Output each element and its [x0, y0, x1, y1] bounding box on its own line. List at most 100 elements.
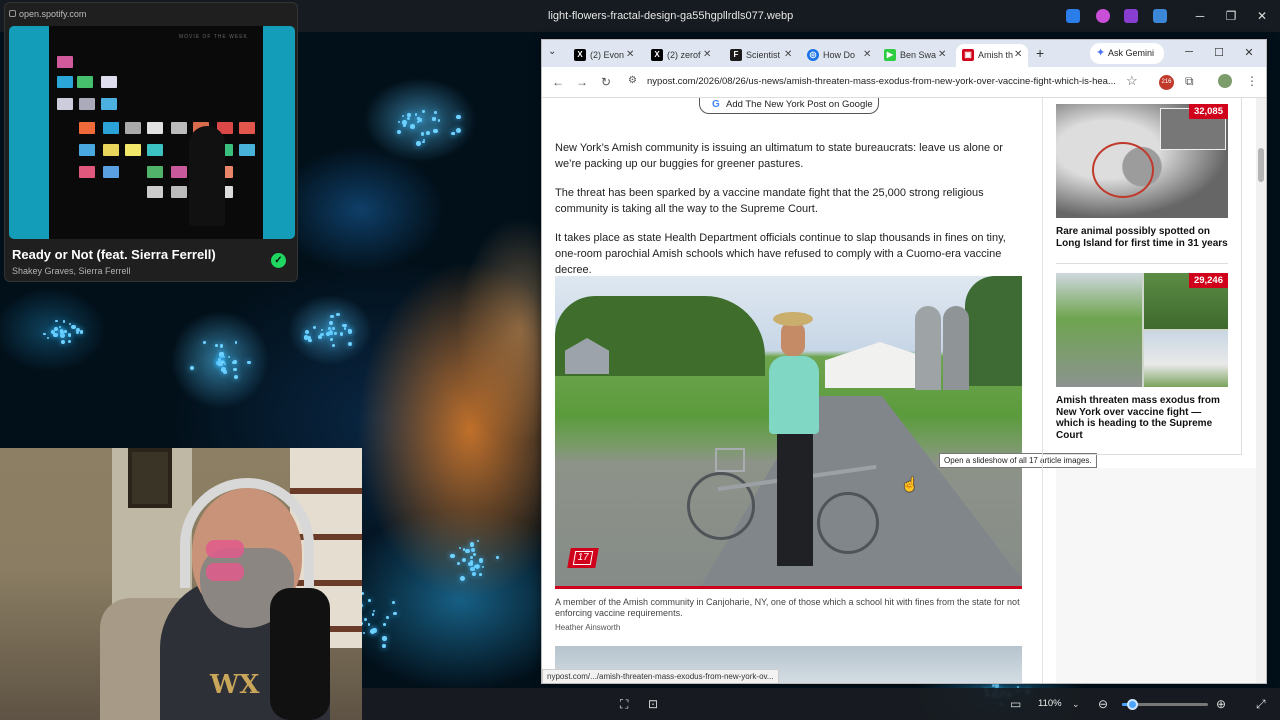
wallpaper-glow-dot [391, 600, 395, 605]
extensions-puzzle-icon[interactable]: ⧉ [1185, 74, 1194, 89]
tab-how-do[interactable]: ◎ How Do ✕ [801, 44, 875, 67]
album-tile [125, 144, 141, 156]
address-bar[interactable]: nypost.com/2026/08/26/us-news/amish-thre… [647, 76, 1117, 87]
album-tile [171, 166, 187, 178]
tab-label: Amish th [978, 50, 1014, 60]
back-arrow-icon[interactable]: ← [550, 75, 566, 89]
wallpaper-glow-dot [465, 548, 470, 554]
wallpaper-glow-dot [53, 332, 58, 338]
sidebar-headline[interactable]: Amish threaten mass exodus from New York… [1056, 395, 1228, 441]
sidebar-card-rare-animal[interactable]: 32,085 Rare animal possibly spotted on L… [1056, 104, 1242, 249]
tab-scientist[interactable]: F Scientist ✕ [724, 44, 796, 67]
tab-label: (2) Evon [590, 50, 625, 60]
browser-close-button[interactable]: ✕ [1240, 46, 1258, 59]
album-tile [171, 186, 187, 198]
spotify-url: open.spotify.com [19, 9, 87, 19]
app-tray-icon[interactable] [1153, 9, 1167, 23]
article-paragraph: New York’s Amish community is issuing an… [555, 142, 1003, 170]
wallpaper-glow-dot [329, 337, 334, 342]
wallpaper-glow-dot [414, 113, 418, 116]
sidebar-card-amish[interactable]: 29,246 Amish threaten mass exodus from N… [1056, 273, 1242, 441]
tab-evon[interactable]: X (2) Evon ✕ [568, 44, 638, 67]
sidebar-headline[interactable]: Rare animal possibly spotted on Long Isl… [1056, 226, 1228, 249]
album-silhouette [189, 126, 225, 226]
trail-camera-photo[interactable]: 32,085 [1056, 104, 1228, 218]
close-tab-icon[interactable]: ✕ [863, 49, 871, 60]
wallpaper-glow-dot [335, 312, 340, 317]
viewer-close-button[interactable]: ✕ [1250, 6, 1274, 26]
fullscreen-icon[interactable]: ⤢ [1256, 697, 1266, 712]
zoom-out-icon[interactable]: ⊖ [1098, 697, 1108, 711]
browser-maximize-button[interactable]: ☐ [1210, 46, 1228, 59]
ask-gemini-button[interactable]: ✦ Ask Gemini [1090, 43, 1164, 64]
app-tray-icon[interactable] [1124, 9, 1138, 23]
bookmark-star-icon[interactable]: ☆ [1126, 73, 1138, 89]
slideshow-tooltip: Open a slideshow of all 17 article image… [939, 453, 1097, 468]
tab-ben-swa[interactable]: ▶ Ben Swa ✕ [878, 44, 950, 67]
close-tab-icon[interactable]: ✕ [703, 49, 711, 60]
wallpaper-glow-dot [452, 132, 456, 136]
viewer-minimize-button[interactable]: ─ [1188, 6, 1212, 26]
album-tile [125, 122, 141, 134]
wallpaper-glow-dot [348, 329, 351, 332]
browser-minimize-button[interactable]: ─ [1180, 46, 1198, 58]
article-photo[interactable]: 17 [555, 276, 1022, 587]
song-artist[interactable]: Shakey Graves, Sierra Ferrell [12, 266, 131, 276]
play-icon: ▶ [884, 49, 896, 61]
wallpaper-glow-dot [432, 117, 436, 121]
profile-avatar[interactable] [1218, 74, 1232, 88]
zoom-level-select[interactable]: 110% [1038, 698, 1062, 709]
close-tab-icon[interactable]: ✕ [1014, 49, 1022, 60]
forward-arrow-icon[interactable]: → [574, 75, 590, 89]
wallpaper-glow-dot [234, 341, 238, 344]
tab-amish-active[interactable]: ▣ Amish th ✕ [956, 44, 1028, 67]
wallpaper-glow-dot [227, 355, 230, 359]
tab-search-chevron-icon[interactable]: ⌄ [548, 46, 556, 57]
zoom-slider[interactable] [1122, 699, 1208, 710]
site-settings-icon[interactable]: ⚙ [628, 75, 637, 86]
app-tray-icon[interactable] [1096, 9, 1110, 23]
album-tile [147, 166, 163, 178]
saved-check-icon[interactable]: ✓ [271, 253, 286, 268]
text-select-icon[interactable]: ⊡ [648, 697, 658, 711]
zoom-slider-knob[interactable] [1127, 699, 1139, 710]
album-art[interactable]: MOVIE OF THE WEEK [9, 26, 295, 239]
wallpaper-glow-dot [344, 323, 348, 327]
close-tab-icon[interactable]: ✕ [938, 49, 946, 60]
new-tab-button[interactable]: + [1036, 45, 1044, 61]
wallpaper-glow-dot [456, 114, 461, 120]
album-cover: MOVIE OF THE WEEK [49, 26, 263, 239]
app-tray-icon[interactable] [1066, 9, 1080, 23]
wallpaper-glow-dot [422, 110, 426, 114]
wallpaper-glow-dot [370, 629, 376, 634]
fit-to-window-icon[interactable]: ▭ [1010, 697, 1021, 711]
wallpaper-glow-dot [437, 118, 441, 122]
wallpaper-glow-dot [367, 598, 371, 602]
extension-badge-icon[interactable]: 216 [1159, 75, 1174, 90]
amish-collage-photo[interactable]: 29,246 [1056, 273, 1228, 387]
wallpaper-glow-dot [426, 130, 430, 135]
song-title[interactable]: Ready or Not (feat. Sierra Ferrell) [12, 247, 216, 262]
scrollbar-thumb[interactable] [1258, 148, 1264, 182]
wallpaper-glow-dot [410, 124, 415, 129]
zoom-in-icon[interactable]: ⊕ [1216, 697, 1226, 711]
close-tab-icon[interactable]: ✕ [784, 49, 792, 60]
crop-icon[interactable]: ⛶ [620, 697, 628, 712]
wallpaper-glow-dot [372, 609, 375, 612]
close-tab-icon[interactable]: ✕ [626, 49, 634, 60]
viewer-maximize-button[interactable]: ❐ [1219, 6, 1243, 26]
wallpaper-glow-dot [234, 374, 239, 379]
page-scrollbar[interactable] [1256, 98, 1266, 683]
tab-zerof[interactable]: X (2) zerof ✕ [645, 44, 715, 67]
zoom-dropdown-chevron-icon[interactable]: ⌄ [1072, 699, 1080, 710]
add-nypost-on-google-button[interactable]: G Add The New York Post on Google [699, 98, 879, 114]
scooter-basket [715, 448, 745, 472]
reload-icon[interactable]: ↻ [598, 75, 614, 89]
browser-menu-icon[interactable]: ⋮ [1246, 74, 1258, 88]
wallpaper-glow-dot [396, 129, 401, 134]
album-tile [57, 98, 73, 110]
wallpaper-glow-dot [43, 332, 46, 336]
slideshow-count-badge[interactable]: 17 [567, 548, 599, 568]
photo-trees [965, 276, 1022, 386]
shirt-logo: WX [210, 670, 260, 700]
